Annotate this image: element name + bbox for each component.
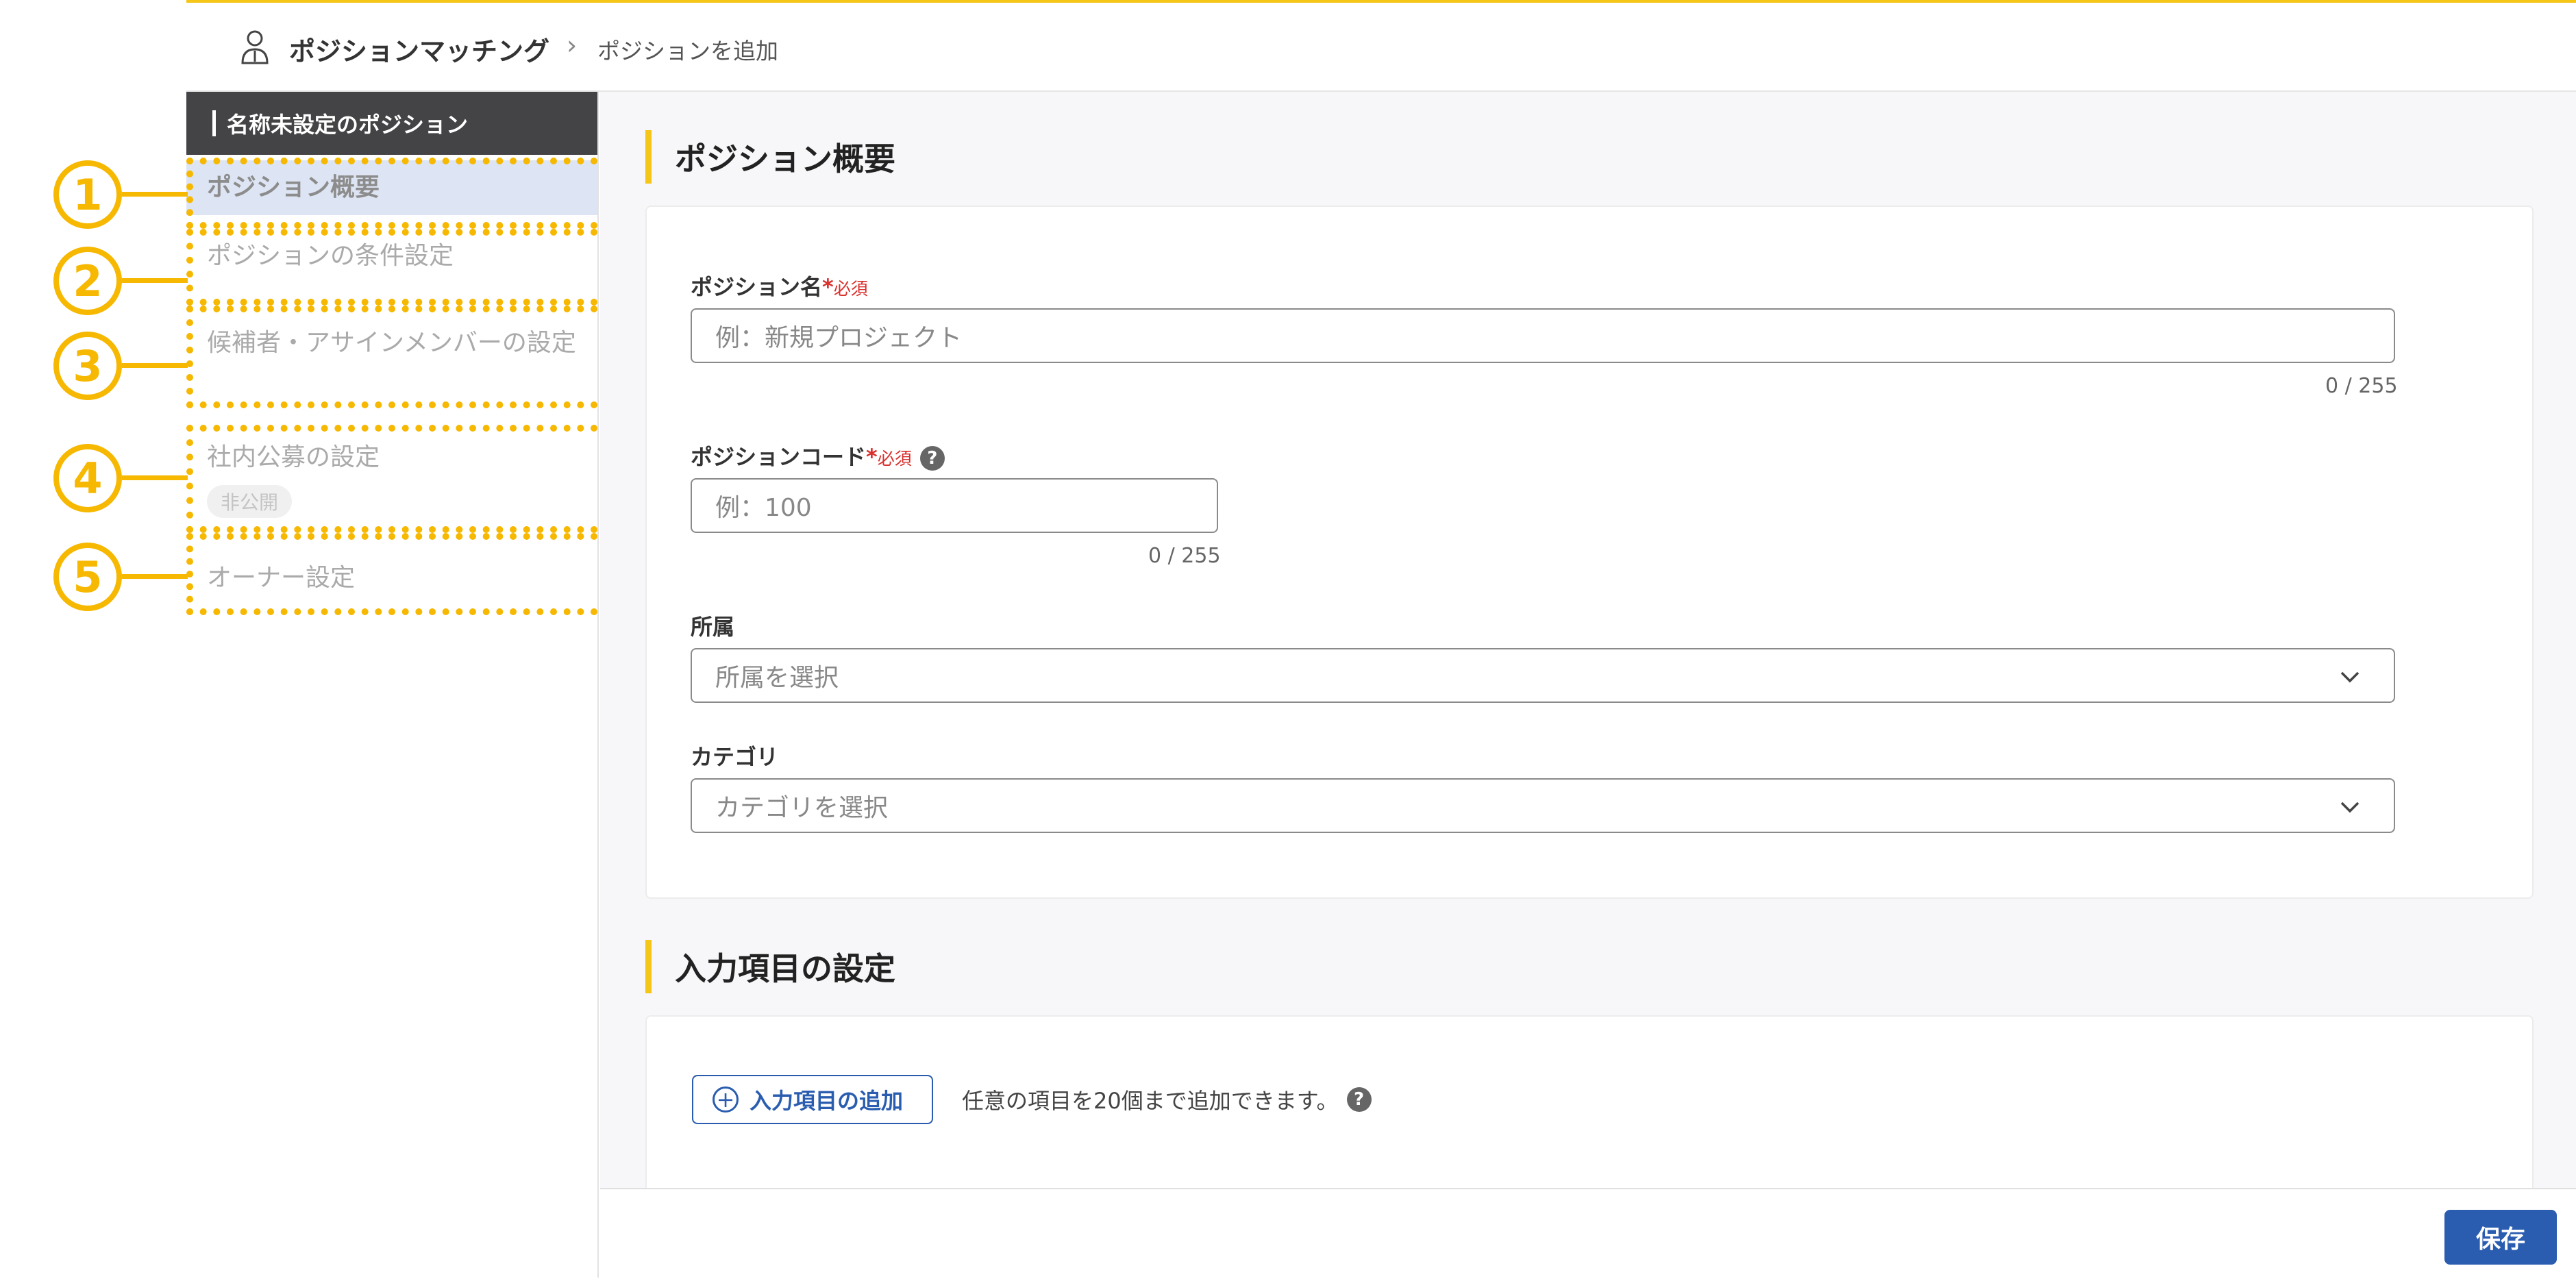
callout-line-3 <box>122 363 188 368</box>
chevron-down-icon <box>2340 671 2360 683</box>
sidebar-title-text: 名称未設定のポジション <box>227 112 469 138</box>
breadcrumb-current: ポジションを追加 <box>597 38 778 64</box>
callout-number-5: 5 <box>53 543 122 611</box>
affiliation-label: 所属 <box>691 614 735 640</box>
highlight-box-4 <box>186 425 611 533</box>
category-label: カテゴリ <box>691 744 779 770</box>
required-asterisk: * <box>822 274 834 300</box>
affiliation-select[interactable]: 所属を選択 <box>691 648 2395 703</box>
add-input-item-hint: 任意の項目を20個まで追加できます。? <box>962 1084 1372 1115</box>
main-content: ポジション概要 ポジション名*必須 例：新規プロジェクト 0 / 255 ポジシ… <box>600 92 2576 1188</box>
help-icon[interactable]: ? <box>919 446 945 471</box>
callout-number-1: 1 <box>53 160 122 229</box>
input-items-card: + 入力項目の追加 任意の項目を20個まで追加できます。? <box>645 1015 2534 1188</box>
position-code-placeholder: 例：100 <box>715 494 812 522</box>
required-asterisk: * <box>866 444 878 470</box>
hint-text: 任意の項目を20個まで追加できます。 <box>962 1088 1339 1114</box>
callout-line-2 <box>122 278 188 283</box>
callout-line-4 <box>122 475 188 480</box>
section-heading-overview: ポジション概要 <box>645 130 895 184</box>
overview-card: ポジション名*必須 例：新規プロジェクト 0 / 255 ポジションコード*必須… <box>645 206 2534 899</box>
highlight-box-1 <box>186 158 611 229</box>
required-label: 必須 <box>833 279 868 299</box>
required-label: 必須 <box>877 449 912 469</box>
category-placeholder: カテゴリを選択 <box>715 794 889 822</box>
breadcrumb-separator: › <box>567 30 578 60</box>
person-icon <box>241 30 269 64</box>
title-bar-decoration <box>212 110 216 136</box>
position-name-input[interactable]: 例：新規プロジェクト <box>691 308 2395 363</box>
callout-number-2: 2 <box>53 247 122 315</box>
add-input-item-button[interactable]: + 入力項目の追加 <box>692 1075 933 1124</box>
highlight-box-3 <box>186 306 611 408</box>
affiliation-placeholder: 所属を選択 <box>715 664 839 692</box>
help-icon[interactable]: ? <box>1346 1087 1372 1112</box>
position-code-label: ポジションコード*必須? <box>691 440 945 471</box>
plus-circle-icon: + <box>713 1086 739 1113</box>
chevron-down-icon <box>2340 802 2360 813</box>
callout-number-3: 3 <box>53 332 122 400</box>
position-name-label-text: ポジション名 <box>691 274 823 300</box>
callout-line-1 <box>122 192 188 197</box>
position-name-label: ポジション名*必須 <box>691 270 868 301</box>
position-code-input[interactable]: 例：100 <box>691 478 1218 533</box>
sidebar-title: 名称未設定のポジション <box>186 92 597 155</box>
highlight-box-5 <box>186 533 611 615</box>
callout-number-4: 4 <box>53 444 122 512</box>
position-name-char-counter: 0 / 255 <box>2325 374 2398 398</box>
save-button[interactable]: 保存 <box>2444 1210 2557 1265</box>
callout-line-5 <box>122 574 188 579</box>
position-code-label-text: ポジションコード <box>691 444 867 470</box>
section-heading-input-items: 入力項目の設定 <box>645 940 895 993</box>
top-header: ポジションマッチング › ポジションを追加 <box>186 0 2576 92</box>
position-name-placeholder: 例：新規プロジェクト <box>715 324 963 352</box>
add-input-item-label: 入力項目の追加 <box>750 1088 904 1114</box>
position-code-char-counter: 0 / 255 <box>1148 544 1221 568</box>
category-select[interactable]: カテゴリを選択 <box>691 778 2395 833</box>
app-name-link[interactable]: ポジションマッチング <box>289 30 549 68</box>
footer-bar: 保存 <box>600 1188 2576 1279</box>
highlight-box-2 <box>186 229 611 306</box>
